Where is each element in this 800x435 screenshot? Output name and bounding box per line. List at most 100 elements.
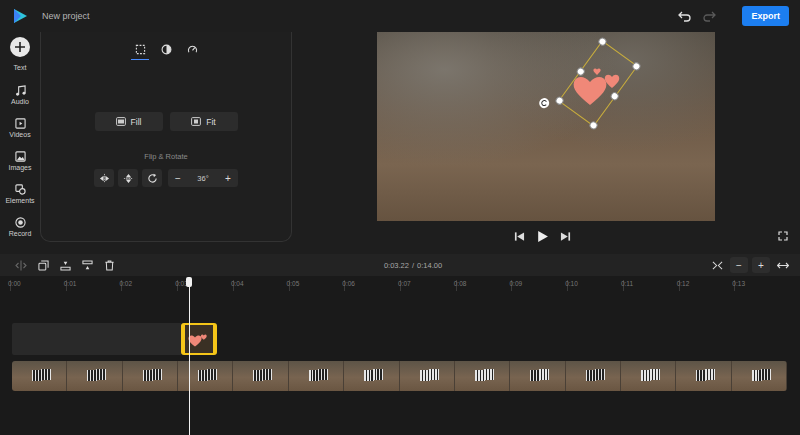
fit-mode-button[interactable]: Fill — [95, 112, 163, 131]
zoom-out-button[interactable]: − — [730, 257, 748, 273]
resize-handle[interactable] — [609, 91, 620, 102]
video-thumbnail — [455, 361, 510, 391]
sidebar: Text Audio Videos Images Elements Record — [0, 32, 40, 254]
ruler-tick: 0:00 — [10, 280, 66, 291]
rotation-value[interactable]: 36° — [197, 174, 208, 183]
logo-icon[interactable] — [12, 8, 28, 24]
video-thumbnail — [123, 361, 178, 391]
sidebar-item[interactable]: Audio — [0, 81, 40, 114]
sticker-clip[interactable] — [181, 323, 217, 355]
current-time: 0:03.22 — [384, 261, 409, 270]
fit-timeline-button[interactable] — [708, 256, 726, 274]
project-title[interactable]: New project — [42, 11, 90, 21]
ruler-tick: 0:06 — [344, 280, 400, 291]
sidebar-label: Audio — [11, 98, 29, 105]
sidebar-item[interactable]: Videos — [0, 114, 40, 147]
add-text-icon — [10, 37, 30, 57]
duplicate-icon — [38, 260, 49, 271]
music-icon — [15, 85, 26, 96]
play-button[interactable] — [533, 227, 551, 245]
flip-vertical-button[interactable] — [118, 169, 138, 187]
sidebar-item[interactable]: Images — [0, 147, 40, 180]
video-thumbnail — [510, 361, 565, 391]
flip-vertical-icon — [123, 173, 134, 184]
move-down-icon — [60, 260, 71, 271]
video-thumbnail — [566, 361, 621, 391]
export-button[interactable]: Export — [742, 6, 789, 26]
timeline-tool-button[interactable] — [34, 256, 52, 274]
elements-icon — [15, 184, 26, 195]
undo-button[interactable] — [676, 7, 694, 25]
timeline-tool-button[interactable] — [78, 256, 96, 274]
video-thumbnail — [400, 361, 455, 391]
skip-forward-button[interactable] — [556, 227, 574, 245]
video-track[interactable] — [12, 361, 787, 391]
frame-icon — [191, 117, 201, 126]
video-thumbnail — [289, 361, 344, 391]
rotate-handle[interactable] — [537, 96, 551, 110]
move-up-icon — [82, 260, 93, 271]
preview-area — [292, 32, 800, 254]
zoom-in-button[interactable]: + — [752, 257, 770, 273]
video-thumbnail — [12, 361, 67, 391]
ruler-tick: 0:04 — [233, 280, 289, 291]
redo-icon — [702, 9, 716, 23]
ruler-tick: 0:05 — [289, 280, 345, 291]
video-editor: New project Export Text Audio Videos Images El… — [0, 0, 800, 435]
frame-icon — [116, 117, 126, 126]
sidebar-item[interactable]: Record — [0, 213, 40, 246]
ruler-tick: 0:08 — [456, 280, 512, 291]
rotate-button[interactable] — [142, 169, 162, 187]
rotation-field: − 36° + — [168, 169, 238, 187]
sticker-selection[interactable] — [558, 40, 638, 127]
color-icon — [161, 44, 172, 55]
video-thumbnail — [676, 361, 731, 391]
resize-handle[interactable] — [554, 95, 565, 106]
sidebar-label: Text — [14, 64, 27, 71]
video-icon — [15, 118, 26, 129]
panel-tab[interactable] — [157, 40, 175, 60]
rotation-decrease-button[interactable]: − — [173, 173, 183, 184]
sidebar-item[interactable]: Text — [0, 37, 40, 81]
rotation-increase-button[interactable]: + — [223, 173, 233, 184]
timeline-tool-button[interactable] — [100, 256, 118, 274]
fit-mode-button[interactable]: Fit — [170, 112, 238, 131]
redo-button[interactable] — [700, 7, 718, 25]
split-icon — [15, 260, 27, 271]
top-bar: New project Export — [0, 0, 800, 32]
playhead[interactable] — [185, 277, 193, 435]
ruler-tick: 0:07 — [400, 280, 456, 291]
flip-horizontal-icon — [99, 173, 110, 184]
properties-panel: FillFitFlip & Rotate−36°+ — [40, 32, 292, 242]
video-thumbnail — [344, 361, 399, 391]
resize-handle[interactable] — [631, 61, 642, 72]
video-preview — [377, 32, 715, 221]
timecode: 0:03.22/0:14.00 — [384, 261, 442, 270]
expand-icon — [777, 260, 789, 271]
sidebar-label: Record — [9, 230, 32, 237]
skip-back-icon — [514, 231, 525, 242]
sidebar-item[interactable]: Elements — [0, 180, 40, 213]
sidebar-label: Elements — [5, 197, 34, 204]
panel-tab[interactable] — [131, 40, 149, 60]
timeline-tool-button[interactable] — [12, 256, 30, 274]
expand-timeline-button[interactable] — [774, 256, 792, 274]
ruler-tick: 0:11 — [623, 280, 679, 291]
skip-back-button[interactable] — [510, 227, 528, 245]
flip-horizontal-button[interactable] — [94, 169, 114, 187]
timeline-tool-button[interactable] — [56, 256, 74, 274]
time-ruler: 0:000:010:020:030:040:050:060:070:080:09… — [10, 280, 790, 291]
sidebar-label: Images — [9, 164, 32, 171]
total-time: 0:14.00 — [417, 261, 442, 270]
video-thumbnail — [178, 361, 233, 391]
ruler-tick: 0:02 — [121, 280, 177, 291]
panel-tab[interactable] — [183, 40, 201, 60]
resize-handle[interactable] — [597, 36, 608, 47]
ruler-tick: 0:10 — [567, 280, 623, 291]
play-icon — [536, 230, 549, 243]
speed-icon — [187, 44, 198, 55]
resize-handle[interactable] — [588, 120, 599, 131]
fullscreen-button[interactable] — [774, 227, 792, 245]
record-icon — [15, 217, 26, 228]
resize-handle[interactable] — [575, 66, 586, 77]
